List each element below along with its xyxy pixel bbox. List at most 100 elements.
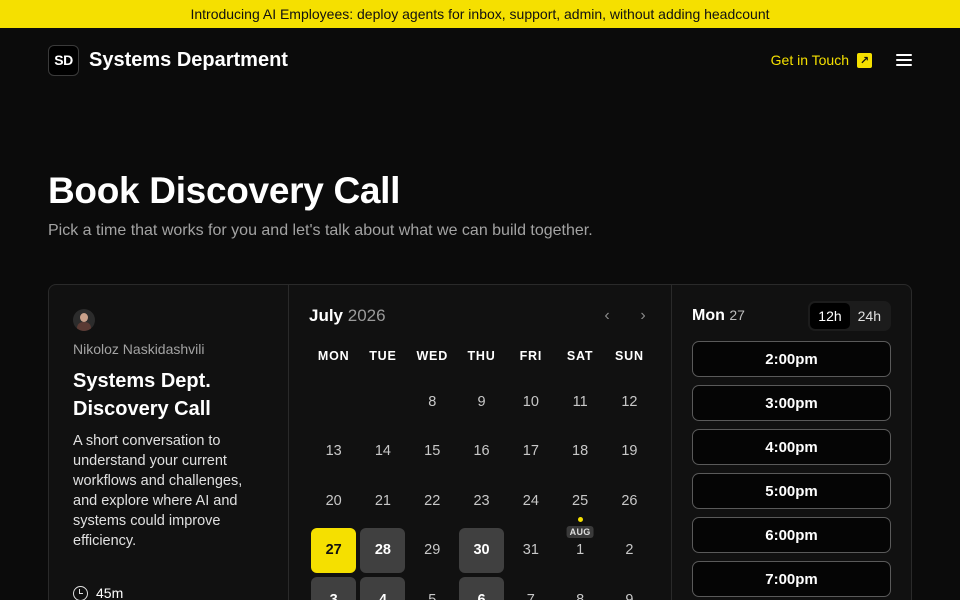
- month-name: July: [309, 306, 344, 325]
- calendar-day: 19: [605, 427, 654, 477]
- month-badge: AUG: [566, 525, 594, 538]
- calendar-day-number: 14: [374, 443, 391, 460]
- calendar-day-number: 15: [424, 443, 441, 460]
- weekday-label: SUN: [615, 349, 644, 363]
- booking-card: Nikoloz Naskidashvili Systems Dept. Disc…: [48, 284, 912, 600]
- event-duration: 45m: [73, 585, 123, 600]
- time-slot-button[interactable]: 6:00pm: [692, 517, 891, 553]
- calendar-day: 14: [358, 427, 407, 477]
- brand[interactable]: SD Systems Department: [48, 44, 288, 76]
- get-in-touch-button[interactable]: Get in Touch ↗: [771, 52, 872, 68]
- calendar-day-number: 2: [625, 542, 634, 559]
- calendar-day: 16: [457, 427, 506, 477]
- calendar-day[interactable]: 6: [457, 575, 506, 600]
- event-title: Systems Dept. Discovery Call: [73, 370, 211, 420]
- brand-name: Systems Department: [89, 48, 288, 71]
- time-slot-button[interactable]: 3:00pm: [692, 385, 891, 421]
- calendar-day-number: 20: [325, 492, 342, 509]
- month-label: July 2026: [309, 306, 386, 326]
- event-description: A short conversation to understand your …: [73, 433, 243, 549]
- calendar-day-number: 4: [360, 577, 406, 600]
- nav-actions: Get in Touch ↗: [771, 52, 912, 68]
- calendar-day[interactable]: 3: [309, 575, 358, 600]
- calendar-empty-cell: [309, 377, 358, 427]
- calendar-day: 5: [408, 575, 457, 600]
- calendar-day-number: 28: [360, 527, 406, 573]
- calendar-day: 17: [506, 427, 555, 477]
- calendar-day-number: 10: [522, 393, 539, 410]
- calendar-day: 1 AUG: [555, 525, 604, 576]
- time-slot-button[interactable]: 2:00pm: [692, 341, 891, 377]
- calendar-day: 13: [309, 427, 358, 477]
- weekday-label: FRI: [519, 349, 543, 363]
- calendar-day-number: 26: [621, 492, 638, 509]
- chevron-left-icon[interactable]: ‹: [599, 307, 615, 325]
- calendar-day-number: 19: [621, 443, 638, 460]
- chevron-right-icon[interactable]: ›: [635, 307, 651, 325]
- calendar-day-number: 30: [459, 527, 505, 573]
- calendar-day-number: 27: [311, 527, 357, 573]
- calendar-day-number: [360, 379, 405, 424]
- calendar-day: 24: [506, 476, 555, 526]
- calendar-day: 8: [408, 377, 457, 427]
- calendar-empty-cell: [358, 377, 407, 427]
- time-slot-list: 2:00pm 3:00pm 4:00pm 5:00pm 6:00pm 7:00pm: [692, 341, 891, 597]
- calendar-header: July 2026 ‹ ›: [309, 305, 651, 327]
- calendar-grid: 8 9 10 11 12 13 14 15 16 17 18 19 20 21 22 23 24 25 26 27 28…: [309, 377, 651, 600]
- calendar-day-number: 31: [522, 542, 539, 559]
- arrow-up-right-icon: ↗: [857, 52, 872, 68]
- time-format-toggle: 12h 24h: [808, 301, 891, 331]
- calendar-day[interactable]: 28: [358, 526, 407, 576]
- format-12h-option[interactable]: 12h: [810, 303, 850, 329]
- time-slot-button[interactable]: 4:00pm: [692, 429, 891, 465]
- calendar-day: 20: [309, 476, 358, 526]
- calendar-day: 2: [605, 526, 654, 576]
- time-slot-button[interactable]: 5:00pm: [692, 473, 891, 509]
- calendar-day-number: 18: [572, 443, 589, 460]
- calendar-day: 29: [408, 526, 457, 576]
- calendar-day: 22: [408, 476, 457, 526]
- logo: SD: [48, 44, 79, 76]
- top-nav: SD Systems Department Get in Touch ↗: [0, 28, 960, 92]
- calendar-day-number: 3: [311, 577, 357, 600]
- calendar-day: 21: [358, 476, 407, 526]
- calendar-day-number: 23: [473, 492, 490, 509]
- calendar-day-number: 17: [522, 443, 539, 460]
- calendar-day-number: 22: [424, 492, 441, 509]
- time-slots-header: Mon 27 12h 24h: [692, 301, 891, 331]
- weekday-label: WED: [416, 349, 449, 363]
- weekday-label: MON: [317, 349, 350, 363]
- weekday-header: MON TUE WED THU FRI SAT SUN: [309, 349, 651, 363]
- selected-day-number: 27: [729, 307, 745, 323]
- page-title: Book Discovery Call: [48, 170, 401, 211]
- calendar-day: 9: [457, 377, 506, 427]
- time-slots-panel: Mon 27 12h 24h 2:00pm 3:00pm 4:00pm 5:00pm 6…: [672, 285, 911, 600]
- duration-label: 45m: [96, 585, 124, 600]
- calendar-day-number: 11: [572, 393, 588, 410]
- format-24h-option[interactable]: 24h: [850, 303, 889, 329]
- time-slot-button[interactable]: 7:00pm: [692, 561, 891, 597]
- page-subtitle: Pick a time that works for you and let's…: [48, 222, 593, 239]
- calendar-day: 23: [457, 476, 506, 526]
- calendar-day: 10: [506, 377, 555, 427]
- calendar-day-number: 16: [473, 443, 490, 460]
- month-navigation: ‹ ›: [599, 307, 651, 325]
- announcement-banner[interactable]: Introducing AI Employees: deploy agents …: [0, 0, 960, 28]
- hamburger-menu-icon[interactable]: [896, 54, 912, 66]
- today-indicator-dot: [577, 516, 583, 522]
- calendar-day-number: 5: [428, 591, 437, 600]
- calendar-day[interactable]: 30: [457, 526, 506, 576]
- host-avatar: [73, 309, 95, 331]
- weekday-label: SAT: [566, 349, 594, 363]
- calendar-day-number: 21: [374, 492, 391, 509]
- calendar-day-number: 24: [522, 492, 539, 509]
- event-info-panel: Nikoloz Naskidashvili Systems Dept. Disc…: [49, 285, 289, 600]
- year-label: 2026: [347, 306, 386, 325]
- calendar-day[interactable]: 4: [358, 575, 407, 600]
- calendar-day-number: 8: [576, 591, 585, 600]
- selected-day-label: Mon 27: [692, 307, 745, 325]
- calendar-day[interactable]: 27: [309, 526, 358, 576]
- calendar-day: 9: [605, 575, 654, 600]
- calendar-panel: July 2026 ‹ › MON TUE WED THU FRI SAT SUN 8 9 10…: [289, 285, 672, 600]
- calendar-day: 31: [506, 526, 555, 576]
